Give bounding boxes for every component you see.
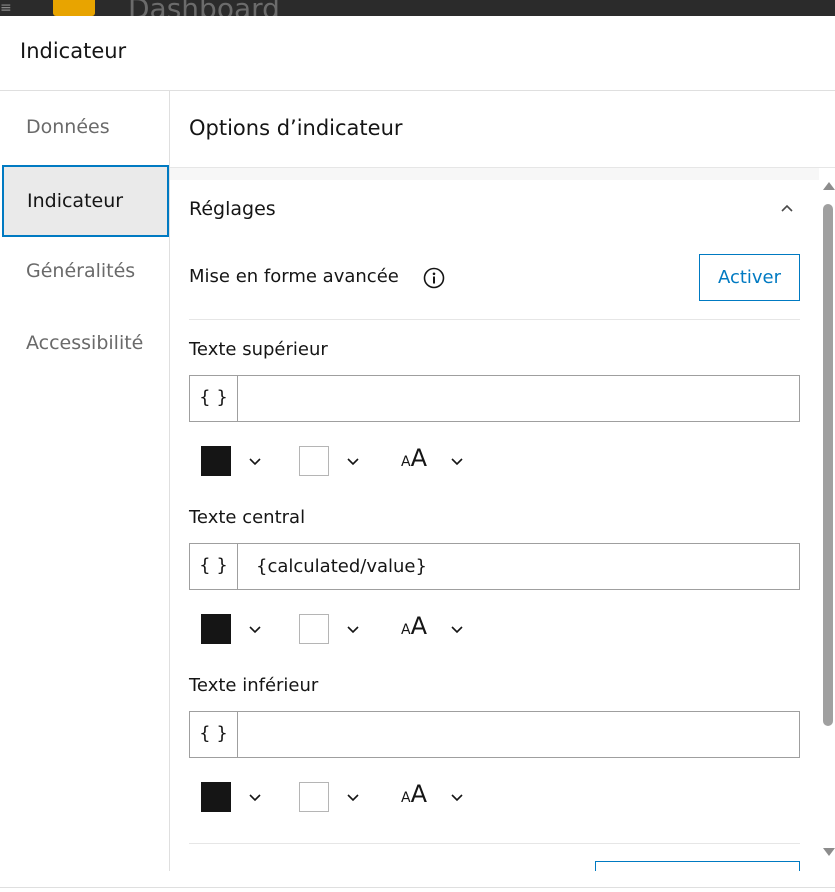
text-color-swatch [201,446,231,476]
sidebar-item-generalites[interactable]: Généralités [0,235,169,307]
background-color-swatch [299,614,329,644]
chevron-down-icon [249,626,261,634]
scrollbar-thumb[interactable] [823,204,833,726]
text-color-picker[interactable] [201,608,265,648]
modal-header: Indicateur [0,16,835,91]
sidebar-item-donnees[interactable]: Données [0,91,169,163]
chevron-down-icon [249,794,261,802]
expression-button[interactable]: { } [190,376,238,421]
text-color-swatch [201,614,231,644]
text-size-picker[interactable]: AA [401,440,471,480]
chevron-down-icon [249,458,261,466]
section-separator [189,843,800,844]
modal-footer-divider [0,887,835,888]
background-color-swatch [299,446,329,476]
top-text-field[interactable]: { } [189,375,800,422]
partial-button[interactable] [595,861,800,871]
bottom-text-field[interactable]: { } [189,711,800,758]
center-text-label: Texte central [189,507,306,528]
bottom-text-style-tools: AA [189,776,489,816]
background-color-picker[interactable] [299,440,363,480]
settings-sidebar: Données Indicateur Généralités Accessibi… [0,91,170,871]
top-text-style-tools: AA [189,440,489,480]
background-app-bar: ≡ Dashboard [0,0,835,16]
info-icon[interactable] [423,267,445,289]
chevron-down-icon [451,458,463,466]
center-text-field[interactable]: { } {calculated/value} [189,543,800,590]
indicator-modal: Indicateur Données Indicateur Généralité… [0,16,835,892]
expression-button[interactable]: { } [190,712,238,757]
chevron-down-icon [347,794,359,802]
activate-button[interactable]: Activer [699,254,800,301]
text-color-picker[interactable] [201,776,265,816]
chevron-down-icon [347,458,359,466]
scroll-up-arrow-icon[interactable] [823,182,835,190]
section-title: Réglages [189,198,276,220]
bottom-text-label: Texte inférieur [189,675,319,696]
panel-band [170,168,819,180]
chevron-down-icon [451,626,463,634]
sidebar-item-accessibilite[interactable]: Accessibilité [0,307,169,379]
text-size-icon: AA [401,444,427,472]
app-logo [53,0,95,16]
panel-title: Options d’indicateur [189,116,403,140]
text-size-picker[interactable]: AA [401,608,471,648]
background-color-swatch [299,782,329,812]
background-color-picker[interactable] [299,776,363,816]
hamburger-menu-icon: ≡ [0,0,12,16]
text-size-icon: AA [401,780,427,808]
options-panel: Options d’indicateur Réglages Mise en fo… [170,91,835,871]
text-color-swatch [201,782,231,812]
text-size-icon: AA [401,612,427,640]
top-text-label: Texte supérieur [189,339,328,360]
center-text-style-tools: AA [189,608,489,648]
chevron-up-icon[interactable] [780,203,794,213]
text-color-picker[interactable] [201,440,265,480]
advanced-formatting-label: Mise en forme avancée [189,266,399,287]
scrollbar[interactable] [820,182,835,872]
section-separator [189,319,800,320]
sidebar-item-indicateur[interactable]: Indicateur [2,165,169,237]
scroll-down-arrow-icon[interactable] [823,848,835,856]
text-size-picker[interactable]: AA [401,776,471,816]
chevron-down-icon [451,794,463,802]
modal-title: Indicateur [20,39,127,63]
background-color-picker[interactable] [299,608,363,648]
center-text-input[interactable]: {calculated/value} [256,544,427,589]
expression-button[interactable]: { } [190,544,238,589]
background-title: Dashboard [128,0,280,16]
chevron-down-icon [347,626,359,634]
